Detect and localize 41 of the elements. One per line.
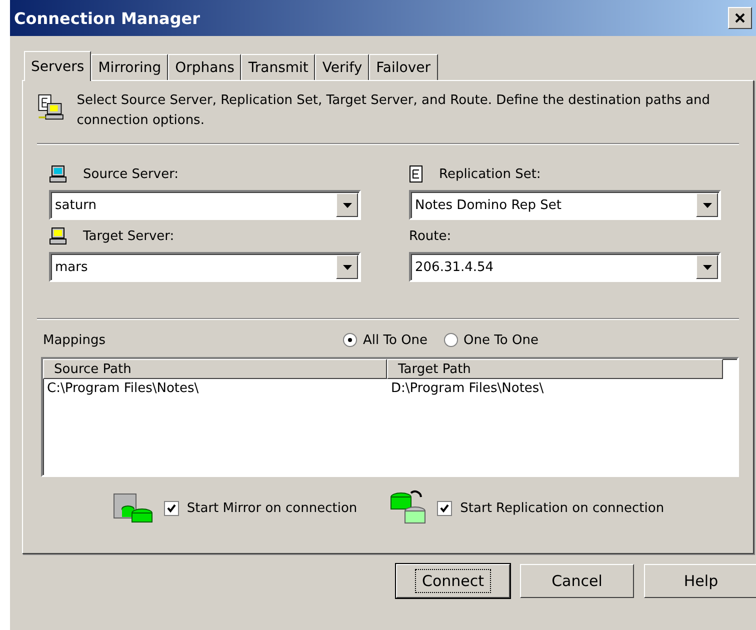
dropdown-field[interactable]: 206.31.4.54	[409, 252, 721, 282]
checkbox[interactable]	[437, 500, 452, 516]
column-header[interactable]: Source Path	[43, 359, 387, 379]
tab[interactable]: Orphans	[168, 54, 242, 80]
field-label: Route:	[409, 228, 452, 244]
checkbox[interactable]	[164, 500, 179, 516]
caret-icon	[702, 264, 712, 270]
tab[interactable]: Servers	[24, 51, 92, 81]
caret-icon	[342, 264, 352, 270]
checkmark-icon	[166, 504, 176, 512]
table-cell-text: C:\Program Files\Notes\	[46, 380, 200, 398]
dialog-button[interactable]: Cancel	[520, 564, 634, 598]
dialog-button[interactable]: Help	[644, 564, 756, 598]
radio-option[interactable]: One To One	[444, 332, 538, 348]
field-label: Source Server:	[83, 166, 179, 182]
table-cell-text: D:\Program Files\Notes\	[390, 380, 545, 398]
dropdown-field[interactable]: saturn	[49, 190, 361, 220]
dialog-button[interactable]: Connect	[396, 564, 510, 598]
tab[interactable]: Transmit	[241, 54, 316, 80]
close-button[interactable]	[728, 7, 752, 29]
tab[interactable]: Failover	[369, 54, 438, 80]
window-title: Connection Manager	[14, 8, 200, 28]
document-icon	[409, 165, 423, 183]
tab[interactable]: Verify	[315, 54, 370, 80]
caret-icon	[342, 202, 352, 208]
field-label: Replication Set:	[439, 166, 541, 182]
checkmark-icon	[440, 504, 450, 512]
close-icon	[735, 13, 745, 23]
checkbox-label[interactable]: Start Mirror on connection	[186, 500, 358, 516]
column-header[interactable]: Target Path	[387, 359, 723, 379]
dropdown-field[interactable]: mars	[49, 252, 361, 282]
caret-icon	[702, 202, 712, 208]
checkbox-label[interactable]: Start Replication on connection	[460, 500, 664, 516]
section-label: Mappings	[42, 332, 107, 348]
dropdown-field[interactable]: Notes Domino Rep Set	[409, 190, 721, 220]
computer-icon	[49, 165, 67, 183]
tab[interactable]: Mirroring	[91, 54, 168, 80]
field-label: Target Server:	[83, 228, 174, 244]
computer-icon	[49, 227, 67, 245]
instructions-text: Select Source Server, Replication Set, Target Server, and Route. Define the destination paths and connection options.	[76, 92, 712, 130]
radio-option[interactable]: All To One	[343, 332, 428, 348]
